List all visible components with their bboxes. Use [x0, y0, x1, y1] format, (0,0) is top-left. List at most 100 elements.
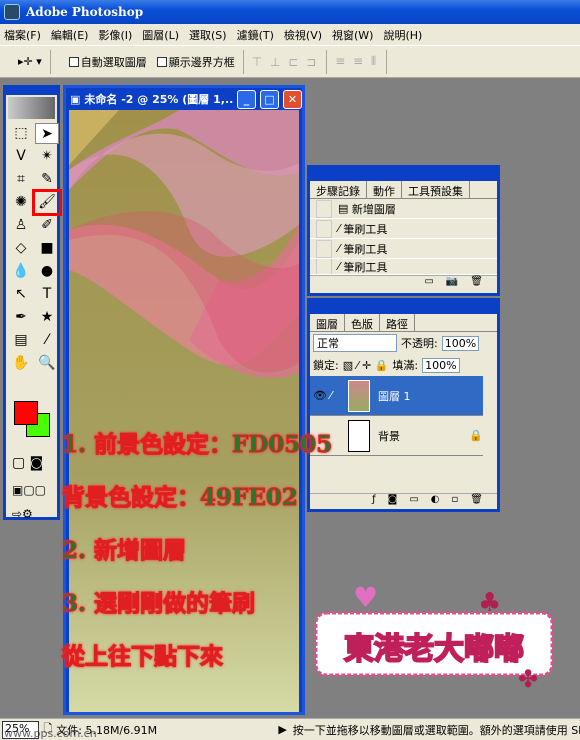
notes-tool-icon[interactable]: ▤ [9, 330, 33, 351]
close-button[interactable]: ✕ [283, 89, 302, 109]
adjustment-icon[interactable]: ◐ [431, 494, 440, 509]
tab-history[interactable]: 步驟記錄 [310, 181, 367, 198]
options-bar: ▸✛ ▾ 自動選取圖層 顯示邊界方框 ⊤ ⊥ ⊏ ⊐ ≡ ≡ ⫴ [0, 46, 580, 78]
layers-footer: ƒ ◙ ▭ ◐ ▫ 🗑 [310, 493, 497, 509]
move-tool-icon[interactable]: ➤ [35, 123, 59, 144]
tab-paths[interactable]: 路徑 [380, 314, 415, 331]
lock-label: 鎖定: [313, 359, 339, 372]
tab-tool-presets[interactable]: 工具預設集 [402, 181, 470, 198]
healing-brush-icon[interactable]: ✺ [9, 192, 33, 213]
annotation-step2: 2. 新增圖層 [61, 537, 187, 565]
history-item[interactable]: ⁄ 筆刷工具 [310, 239, 497, 259]
align-icons[interactable]: ⊤ ⊥ ⊏ ⊐ [252, 55, 318, 69]
blend-mode-select[interactable]: 正常 [313, 334, 397, 352]
svg-text:♥: ♥ [353, 581, 378, 614]
history-item-label: 筆刷工具 [343, 260, 388, 274]
canvas[interactable] [69, 110, 299, 712]
trash-icon[interactable]: 🗑 [470, 276, 483, 291]
menu-file[interactable]: 檔案(F) [4, 27, 41, 43]
menu-filter[interactable]: 濾鏡(T) [237, 27, 274, 43]
menu-view[interactable]: 檢視(V) [284, 27, 322, 43]
history-item[interactable]: ⁄ 筆刷工具 [310, 219, 497, 239]
layer-thumbnail [348, 379, 370, 412]
type-tool-icon[interactable]: T [35, 284, 59, 305]
brush-icon: ⁄ [338, 260, 340, 273]
auto-select-checkbox[interactable]: 自動選取圖層 [68, 54, 147, 70]
auto-select-label: 自動選取圖層 [80, 55, 147, 69]
dodge-tool-icon[interactable]: ● [35, 261, 59, 282]
marquee-tool-icon[interactable]: ⬚ [9, 123, 33, 144]
distribute-icons[interactable]: ≡ ≡ ⫴ [335, 54, 378, 69]
brush-tool-icon[interactable]: 🖌 [32, 189, 62, 216]
new-layer-icon: ▤ [338, 202, 349, 215]
layer-row[interactable]: 背景 🔒 [310, 416, 483, 456]
menu-edit[interactable]: 編輯(E) [51, 27, 89, 43]
screen-mode-icons[interactable]: ▣▢▢ [12, 483, 46, 497]
eye-icon[interactable]: 👁 [310, 389, 330, 402]
zoom-tool-icon[interactable]: 🔍 [35, 353, 59, 374]
trash-icon[interactable]: 🗑 [470, 494, 483, 509]
status-hint: 按一下並拖移以移動圖層或選取範圍。額外的選項請使用 Sh [292, 723, 580, 737]
stamp-tool-icon[interactable]: ♙ [9, 215, 33, 236]
menu-layer[interactable]: 圖層(L) [142, 27, 179, 43]
app-title: Adobe Photoshop [26, 5, 144, 19]
layer-row[interactable]: 👁 ⁄ 圖層 1 [310, 376, 483, 416]
path-select-icon[interactable]: ↖ [9, 284, 33, 305]
history-panel: 步驟記錄 動作 工具預設集 ▤ 新增圖層 ⁄ 筆刷工具 ⁄ 筆刷工具 ⁄ 筆刷工具 … [307, 165, 500, 296]
history-footer: ▭ 📷 🗑 [310, 275, 497, 291]
menu-image[interactable]: 影像(I) [98, 27, 132, 43]
history-item[interactable]: ⁄ 筆刷工具 [310, 259, 497, 275]
watermark: www.pps.com.cn [4, 727, 97, 740]
crop-tool-icon[interactable]: ⌗ [9, 169, 33, 190]
tab-layers[interactable]: 圖層 [310, 314, 345, 331]
blur-tool-icon[interactable]: 💧 [9, 261, 33, 282]
move-tool-preset-icon[interactable]: ▸✛ ▾ [18, 55, 42, 68]
eraser-tool-icon[interactable]: ◇ [9, 238, 33, 259]
quick-mask-icons[interactable]: ▢ ◙ [12, 455, 43, 471]
photoshop-app-icon [4, 4, 20, 20]
mask-icon[interactable]: ◙ [388, 494, 398, 509]
lock-icons[interactable]: ▧ ⁄ ✛ 🔒 [343, 359, 389, 372]
menu-window[interactable]: 視窗(W) [332, 27, 373, 43]
opacity-label: 不透明: [401, 337, 438, 350]
minimize-button[interactable]: _ [237, 89, 256, 109]
gradient-tool-icon[interactable]: ■ [35, 238, 59, 259]
eyedropper-icon[interactable]: ⁄ [35, 330, 59, 351]
menu-select[interactable]: 選取(S) [189, 27, 227, 43]
magic-wand-icon[interactable]: ✴ [35, 146, 59, 167]
menu-help[interactable]: 說明(H) [383, 27, 422, 43]
fill-label: 填滿: [392, 359, 419, 372]
annotation-step3b: 從上往下點下來 [62, 643, 224, 671]
layers-panel: 圖層 色版 路徑 正常 不透明: 100% 鎖定: ▧ ⁄ ✛ 🔒 填滿: 100% 👁 ⁄ 圖層… [307, 298, 500, 512]
layer-style-icon[interactable]: ƒ [372, 494, 376, 509]
shape-tool-icon[interactable]: ★ [35, 307, 59, 328]
slice-tool-icon[interactable]: ✎ [35, 169, 59, 190]
new-document-icon[interactable]: ▭ [424, 276, 433, 291]
pen-tool-icon[interactable]: ✒ [9, 307, 33, 328]
new-layer-icon[interactable]: ▫ [452, 494, 459, 509]
history-brush-icon[interactable]: ✐ [35, 215, 59, 236]
history-item[interactable]: ▤ 新增圖層 [310, 199, 497, 219]
annotation-step1: 1. 前景色設定：FD0505 [61, 431, 333, 459]
foreground-color-swatch[interactable] [14, 401, 38, 425]
svg-text:東港老大嘟嘟: 東港老大嘟嘟 [344, 632, 524, 667]
layer-name: 圖層 1 [378, 389, 411, 403]
folder-icon[interactable]: ▭ [409, 494, 418, 509]
tab-actions[interactable]: 動作 [367, 181, 402, 198]
arrow-icon[interactable]: ▶ [278, 723, 286, 736]
snapshot-icon[interactable]: 📷 [446, 276, 458, 291]
lasso-tool-icon[interactable]: ᐯ [9, 146, 33, 167]
fill-input[interactable]: 100% [422, 357, 460, 373]
menu-bar: 檔案(F) 編輯(E) 影像(I) 圖層(L) 選取(S) 濾鏡(T) 檢視(V) 視窗(W)… [0, 24, 580, 46]
toolbox: ⬚ ➤ ᐯ ✴ ⌗ ✎ ✺ 🖌 ♙ ✐ ◇ ■ 💧 ● ↖ T ✒ ★ ▤ ⁄ ✋ 🔍 ▢ ◙ ▣▢▢… [3, 85, 62, 521]
document-icon: ▣ [70, 92, 81, 106]
imageready-icon[interactable]: ⇨⚙ [12, 507, 33, 521]
history-item-label: 新增圖層 [351, 202, 396, 216]
show-bounds-checkbox[interactable]: 顯示邊界方框 [156, 54, 235, 70]
maximize-button[interactable]: □ [260, 89, 279, 109]
brush-icon: ⁄ [338, 222, 340, 235]
hand-tool-icon[interactable]: ✋ [9, 353, 33, 374]
history-item-label: 筆刷工具 [343, 222, 388, 236]
opacity-input[interactable]: 100% [441, 335, 480, 351]
tab-channels[interactable]: 色版 [345, 314, 380, 331]
